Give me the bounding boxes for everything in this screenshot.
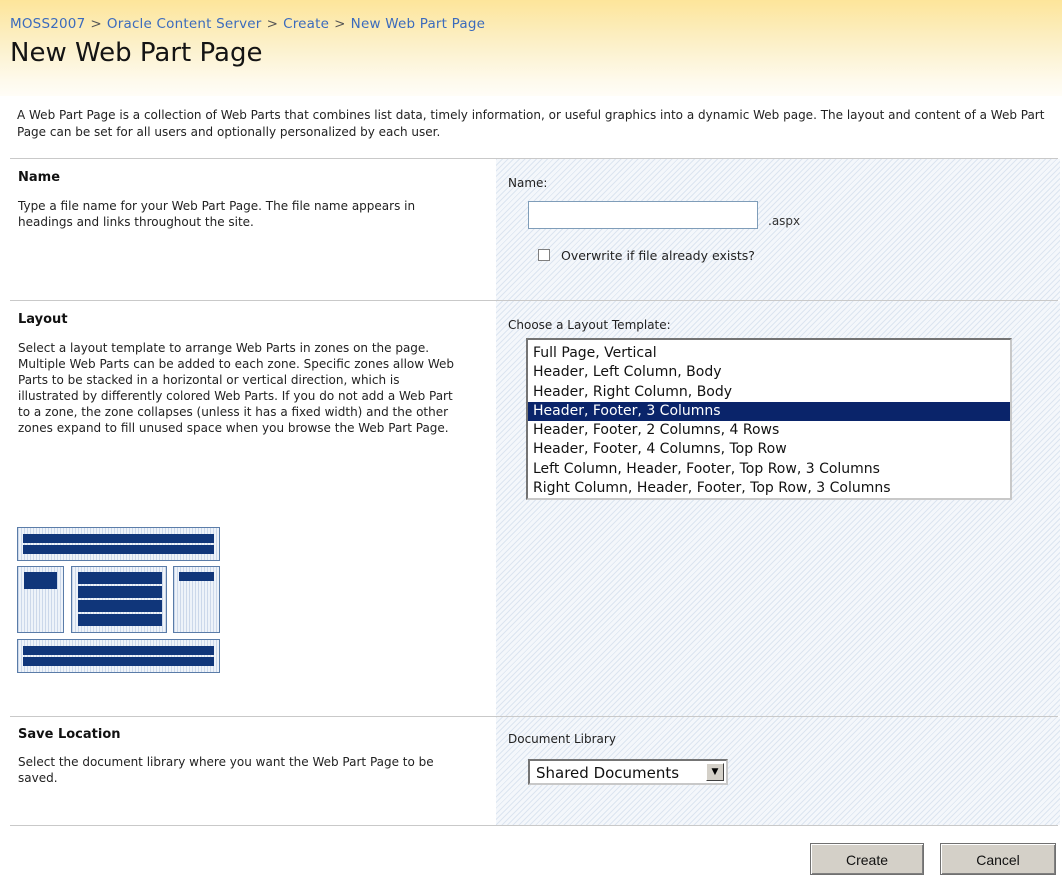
dropdown-arrow-icon[interactable]: ▼ — [706, 763, 724, 781]
breadcrumb-link-create[interactable]: Create — [283, 16, 329, 32]
preview-webpart — [78, 614, 162, 626]
name-section-description: Type a file name for your Web Part Page.… — [18, 199, 416, 229]
layout-template-listbox[interactable]: Full Page, Vertical Header, Left Column,… — [526, 338, 1012, 500]
document-library-selected-value: Shared Documents — [536, 764, 680, 782]
preview-webpart — [23, 545, 214, 554]
preview-webpart — [78, 586, 162, 598]
layout-option[interactable]: Header, Right Column, Body — [528, 383, 1010, 402]
preview-webpart — [23, 534, 214, 543]
layout-section-description: Select a layout template to arrange Web … — [18, 341, 455, 435]
breadcrumb-link-site[interactable]: MOSS2007 — [10, 16, 85, 32]
create-button[interactable]: Create — [810, 843, 924, 875]
preview-left-zone — [17, 566, 64, 633]
layout-option[interactable]: Right Column, Header, Footer, Top Row, 3… — [528, 479, 1010, 498]
preview-footer-zone — [17, 639, 220, 673]
document-library-label: Document Library — [508, 732, 616, 746]
overwrite-checkbox-label[interactable]: Overwrite if file already exists? — [561, 248, 755, 263]
preview-middle-zone — [71, 566, 167, 633]
save-location-description: Select the document library where you wa… — [18, 755, 434, 785]
preview-webpart — [179, 572, 214, 581]
section-divider — [10, 825, 1058, 826]
overwrite-checkbox[interactable] — [538, 249, 550, 261]
name-section-panel — [496, 159, 1060, 300]
preview-webpart — [23, 657, 214, 666]
preview-webpart — [23, 646, 214, 655]
layout-option[interactable]: Header, Footer, 2 Columns, 4 Rows — [528, 421, 1010, 440]
breadcrumb-separator: > — [334, 16, 346, 32]
layout-option[interactable]: Header, Left Column, Body — [528, 363, 1010, 382]
page-title: New Web Part Page — [10, 38, 263, 68]
file-extension-label: .aspx — [768, 214, 801, 228]
name-field-label: Name: — [508, 176, 548, 190]
layout-preview-image — [17, 527, 221, 673]
preview-right-zone — [173, 566, 220, 633]
document-library-select[interactable]: Shared Documents ▼ — [528, 759, 728, 785]
preview-webpart — [78, 600, 162, 612]
layout-section-title: Layout — [18, 312, 68, 327]
breadcrumb-separator: > — [90, 16, 102, 32]
breadcrumb: MOSS2007 > Oracle Content Server > Create > Ne… — [10, 16, 485, 32]
layout-option[interactable]: Left Column, Header, Footer, Top Row, 3 … — [528, 460, 1010, 479]
breadcrumb-current: New Web Part Page — [350, 16, 486, 32]
layout-option[interactable]: Header, Footer, 4 Columns, Top Row — [528, 440, 1010, 459]
file-name-input[interactable] — [528, 201, 758, 229]
layout-option-selected[interactable]: Header, Footer, 3 Columns — [528, 401, 1010, 422]
layout-field-label: Choose a Layout Template: — [508, 318, 671, 332]
page-description: A Web Part Page is a collection of Web P… — [17, 108, 1045, 139]
name-section: Name Type a file name for your Web Part … — [10, 159, 1060, 300]
cancel-button[interactable]: Cancel — [940, 843, 1056, 875]
preview-webpart — [78, 572, 162, 584]
name-section-title: Name — [18, 170, 61, 185]
breadcrumb-separator: > — [266, 16, 279, 32]
preview-webpart — [24, 572, 57, 589]
save-location-title: Save Location — [18, 727, 121, 742]
breadcrumb-link-server[interactable]: Oracle Content Server — [107, 16, 262, 32]
page-header: MOSS2007 > Oracle Content Server > Create > Ne… — [0, 0, 1062, 96]
preview-header-zone — [17, 527, 220, 561]
layout-option[interactable]: Full Page, Vertical — [528, 344, 1010, 363]
